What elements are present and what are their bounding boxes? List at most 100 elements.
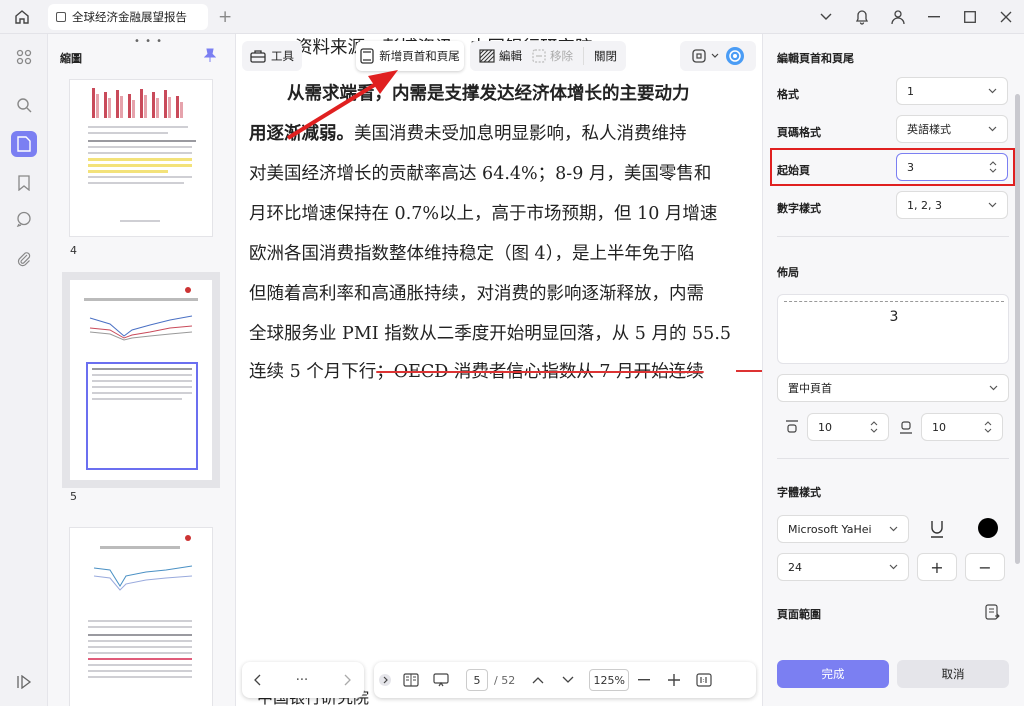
presentation-button[interactable] [426, 662, 456, 698]
selected-region [86, 362, 198, 470]
reading-mode-button[interactable] [396, 662, 426, 698]
number-style-select[interactable]: 1, 2, 3 [896, 191, 1008, 219]
notification-button[interactable] [844, 0, 880, 34]
position-select[interactable]: 置中頁首 [777, 374, 1009, 402]
close-icon [1000, 11, 1012, 23]
ai-tools-group [680, 41, 756, 71]
font-family-select[interactable]: Microsoft YaHei [777, 515, 909, 543]
doc-line-5: 欧洲各国消费指数整体维持稳定（图 4），是上半年免于陷 [249, 244, 695, 264]
doc-line-8: 连续 5 个月下行；OECD 消费者信心指数从 7 月开始连续 [249, 358, 704, 383]
panel-scrollbar[interactable] [1015, 94, 1020, 564]
number-style-value: 1, 2, 3 [907, 198, 942, 212]
layout-preview: 3 [777, 294, 1009, 364]
zoom-in-button[interactable] [659, 662, 689, 698]
minimize-button[interactable] [916, 0, 952, 34]
page-thumbnail-4[interactable] [70, 80, 212, 236]
plus-icon [668, 674, 681, 686]
panel-title: 編輯頁首和頁尾 [777, 52, 854, 65]
zoom-level[interactable]: 125% [589, 669, 630, 691]
increase-font-button[interactable]: + [917, 553, 957, 581]
title-bar: 全球经济金融展望报告 + [0, 0, 1024, 34]
collapse-button[interactable] [374, 662, 396, 698]
page-number-4: 4 [70, 244, 77, 257]
more-button[interactable]: ··· [272, 662, 332, 698]
doc-line-6: 但随着高利率和高通胀持续，对消费的影响逐渐释放，内需 [249, 284, 704, 304]
thumbnail-bar-chart [92, 88, 183, 118]
top-margin-stepper[interactable]: 10 [807, 413, 889, 441]
minus-icon [638, 679, 651, 681]
edit-button[interactable]: 編輯 [479, 48, 522, 64]
page-up-button[interactable] [523, 662, 553, 698]
close-header-footer-button[interactable]: 關閉 [594, 48, 617, 64]
bottom-margin-stepper[interactable]: 10 [921, 413, 1003, 441]
comments-button[interactable] [11, 206, 37, 232]
zoom-out-button[interactable] [629, 662, 659, 698]
chevron-up-icon [532, 677, 544, 684]
page-down-button[interactable] [553, 662, 583, 698]
doc-line-3: 对美国经济增长的贡献率高达 64.4%；8-9 月，美国零售和 [249, 164, 712, 184]
page-format-label: 頁碼格式 [777, 126, 821, 139]
format-label: 格式 [777, 88, 799, 101]
account-button[interactable] [880, 0, 916, 34]
new-tab-button[interactable]: + [218, 7, 232, 27]
page-format-value: 英語樣式 [907, 123, 951, 136]
stepper-icon-bottom[interactable] [984, 420, 992, 434]
search-button[interactable] [11, 92, 37, 118]
chevron-down-icon-font [889, 526, 898, 532]
ai-assistant-icon[interactable] [725, 46, 745, 66]
document-tab-title: 全球经济金融展望报告 [72, 10, 187, 24]
document-icon [56, 12, 66, 22]
font-size-select[interactable]: 24 [777, 553, 909, 581]
total-pages: / 52 [494, 673, 516, 687]
bottom-margin-icon [900, 421, 912, 434]
page-thumbnail-6[interactable] [70, 528, 212, 706]
number-style-label: 數字樣式 [777, 202, 821, 215]
panel-grip[interactable]: • • • [134, 36, 163, 47]
actual-size-icon [696, 673, 712, 687]
pin-icon[interactable] [204, 48, 216, 62]
preview-page-number: 3 [889, 309, 899, 325]
remove-icon [532, 49, 546, 63]
page-thumbnail-5[interactable] [70, 280, 212, 480]
ocr-icon[interactable] [691, 48, 707, 64]
decrease-font-button[interactable]: − [965, 553, 1005, 581]
done-button[interactable]: 完成 [777, 660, 889, 688]
sidebar-toggle-icon [17, 675, 32, 689]
bookmarks-button[interactable] [11, 170, 37, 196]
maximize-button[interactable] [952, 0, 988, 34]
home-button[interactable] [10, 6, 34, 28]
thumbnails-button[interactable] [11, 131, 37, 157]
document-view[interactable]: 资料来源：彭博资讯，中国银行研究院 从需求端看，内需是支撑发达经济体增长的主要动… [236, 34, 762, 706]
maximize-icon [964, 11, 976, 23]
format-value: 1 [907, 84, 914, 98]
presentation-icon [433, 673, 449, 687]
doc-line-7: 全球服务业 PMI 指数从二季度开始明显回落，从 5 月的 55.5 [249, 324, 732, 344]
header-guide [784, 301, 1004, 302]
close-window-button[interactable] [988, 0, 1024, 34]
cancel-button[interactable]: 取消 [897, 660, 1009, 688]
remove-button[interactable]: 移除 [532, 48, 573, 64]
bookmark-icon [18, 175, 30, 191]
attachments-button[interactable] [11, 246, 37, 272]
bottom-margin-value: 10 [932, 420, 946, 434]
search-icon [17, 98, 32, 113]
actual-size-button[interactable] [689, 662, 719, 698]
next-button[interactable] [332, 662, 362, 698]
page-range-icon[interactable] [985, 604, 1001, 622]
previous-button[interactable] [242, 662, 272, 698]
page-format-select[interactable]: 英語樣式 [896, 115, 1008, 143]
minimize-icon [928, 16, 940, 18]
chevron-down-icon-small[interactable] [711, 53, 719, 59]
font-size-value: 24 [788, 560, 802, 574]
underline-icon[interactable] [929, 520, 945, 538]
chevron-down-button[interactable] [808, 0, 844, 34]
stepper-icon-top[interactable] [870, 420, 878, 434]
position-value: 置中頁首 [788, 382, 832, 395]
format-select[interactable]: 1 [896, 77, 1008, 105]
apps-button[interactable] [11, 44, 37, 70]
current-page-input[interactable]: 5 [466, 669, 488, 691]
document-tab[interactable]: 全球经济金融展望报告 [48, 4, 208, 30]
font-color-swatch[interactable] [978, 518, 998, 538]
thumbnail-panel-title: 縮圖 [60, 52, 82, 65]
sidebar-toggle-button[interactable] [11, 669, 37, 695]
